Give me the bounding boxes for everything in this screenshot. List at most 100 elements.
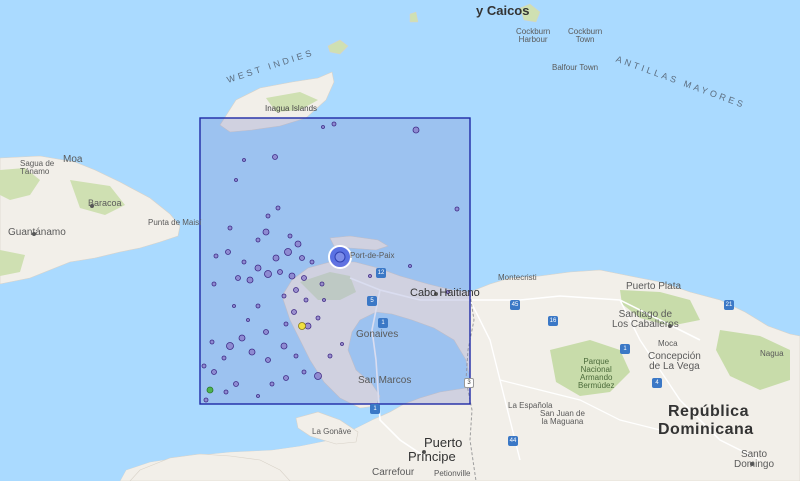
label-baracoa: Baracoa	[88, 198, 122, 208]
quake-marker	[255, 237, 261, 243]
quake-marker	[281, 293, 287, 299]
label-guantanamo: Guantánamo	[8, 227, 66, 238]
quake-marker	[255, 303, 261, 309]
label-cockburn-harbour: Cockburn Harbour	[516, 27, 551, 44]
green-marker	[206, 386, 214, 394]
quake-marker	[283, 321, 289, 327]
label-puerto-principe-2: Príncipe	[408, 449, 456, 464]
quake-marker	[262, 228, 270, 236]
quake-marker	[327, 353, 333, 359]
quake-marker	[293, 353, 299, 359]
label-cabo-haitiano: Cabo Haitiano	[410, 287, 480, 299]
quake-marker	[241, 259, 247, 265]
quake-marker	[234, 178, 238, 182]
label-santo-domingo: Santo Domingo	[734, 449, 775, 470]
land-little-inagua	[327, 39, 349, 55]
map-view[interactable]: y Caicos WEST INDIES ANTILLAS MAYORES In…	[0, 0, 800, 481]
quake-marker	[246, 276, 254, 284]
quake-marker	[314, 372, 322, 380]
label-la-gonave: La Gonâve	[312, 427, 352, 436]
quake-marker	[265, 357, 271, 363]
label-carrefour: Carrefour	[372, 467, 415, 478]
quake-marker	[368, 274, 372, 278]
road-shield-icon: 4	[652, 378, 662, 388]
quake-marker	[277, 269, 283, 275]
road-shield-icon: 3	[464, 378, 474, 388]
quake-marker	[301, 275, 307, 281]
road-shield-icon: 44	[508, 436, 518, 446]
label-concepcion: Concepción de La Vega	[648, 351, 701, 372]
quake-marker	[408, 264, 412, 268]
quake-marker	[301, 369, 307, 375]
quake-marker	[283, 375, 289, 381]
quake-marker	[221, 355, 227, 361]
label-port-de-paix: Port-de-Paix	[350, 251, 395, 260]
quake-marker	[309, 259, 315, 265]
quake-marker	[321, 125, 325, 129]
label-inagua: Inagua Islands	[265, 104, 318, 113]
label-punta-maisi: Punta de Maisí	[148, 218, 202, 227]
quake-marker	[242, 158, 246, 162]
quake-marker	[226, 342, 234, 350]
quake-marker	[275, 205, 281, 211]
label-montecristi: Montecristi	[498, 273, 537, 282]
label-gonaives: Gonaives	[356, 329, 399, 340]
label-petionville: Petionville	[434, 469, 471, 478]
label-nagua: Nagua	[760, 349, 784, 358]
label-republica-2: Dominicana	[658, 421, 754, 438]
quake-marker	[299, 255, 305, 261]
label-puerto-principe-1: Puerto	[424, 435, 463, 450]
label-parque: Parque Nacional Armando Bermúdez	[578, 357, 615, 390]
quake-marker	[303, 297, 309, 303]
quake-marker	[233, 381, 239, 387]
quake-marker	[211, 369, 217, 375]
quake-marker	[412, 126, 420, 134]
quake-marker	[246, 318, 250, 322]
label-turks-caicos: y Caicos	[476, 3, 530, 18]
quake-marker	[223, 389, 229, 395]
quake-marker	[211, 281, 217, 287]
quake-marker	[256, 394, 260, 398]
quake-marker	[265, 213, 271, 219]
road-shield-icon: 21	[724, 300, 734, 310]
quake-marker	[227, 225, 233, 231]
quake-marker	[331, 121, 337, 127]
quake-marker	[254, 264, 262, 272]
quake-marker	[201, 363, 207, 369]
quake-marker	[238, 334, 246, 342]
quake-marker	[203, 397, 209, 403]
label-sagua: Sagua de Tánamo	[20, 159, 55, 176]
quake-marker	[235, 275, 241, 281]
label-moa: Moa	[63, 154, 83, 165]
road-shield-icon: 1	[620, 344, 630, 354]
quake-marker	[288, 272, 296, 280]
quake-marker	[263, 329, 269, 335]
label-balfour-town: Balfour Town	[552, 63, 599, 72]
label-san-juan: San Juan de la Maguana	[540, 409, 585, 426]
road-shield-icon: 12	[376, 268, 386, 278]
quake-marker	[294, 240, 302, 248]
label-republica-1: República	[668, 403, 749, 420]
quake-marker	[280, 342, 288, 350]
road-shield-icon: 1	[370, 404, 380, 414]
road-shield-icon: 45	[510, 300, 520, 310]
road-shield-icon: 5	[367, 296, 377, 306]
quake-marker	[284, 248, 292, 256]
quake-marker	[248, 348, 256, 356]
quake-marker	[291, 309, 297, 315]
quake-marker	[319, 281, 325, 287]
quake-marker	[272, 254, 280, 262]
quake-marker	[340, 342, 344, 346]
label-moca: Moca	[658, 339, 678, 348]
quake-marker	[287, 233, 293, 239]
quake-marker	[293, 287, 299, 293]
quake-marker	[232, 304, 236, 308]
quake-marker	[315, 315, 321, 321]
large-quake-inner	[334, 251, 346, 263]
quake-marker	[272, 154, 278, 160]
yellow-marker	[298, 322, 306, 330]
quake-marker	[209, 339, 215, 345]
quake-marker	[225, 249, 231, 255]
road-shield-icon: 1	[378, 318, 388, 328]
road-shield-icon: 16	[548, 316, 558, 326]
